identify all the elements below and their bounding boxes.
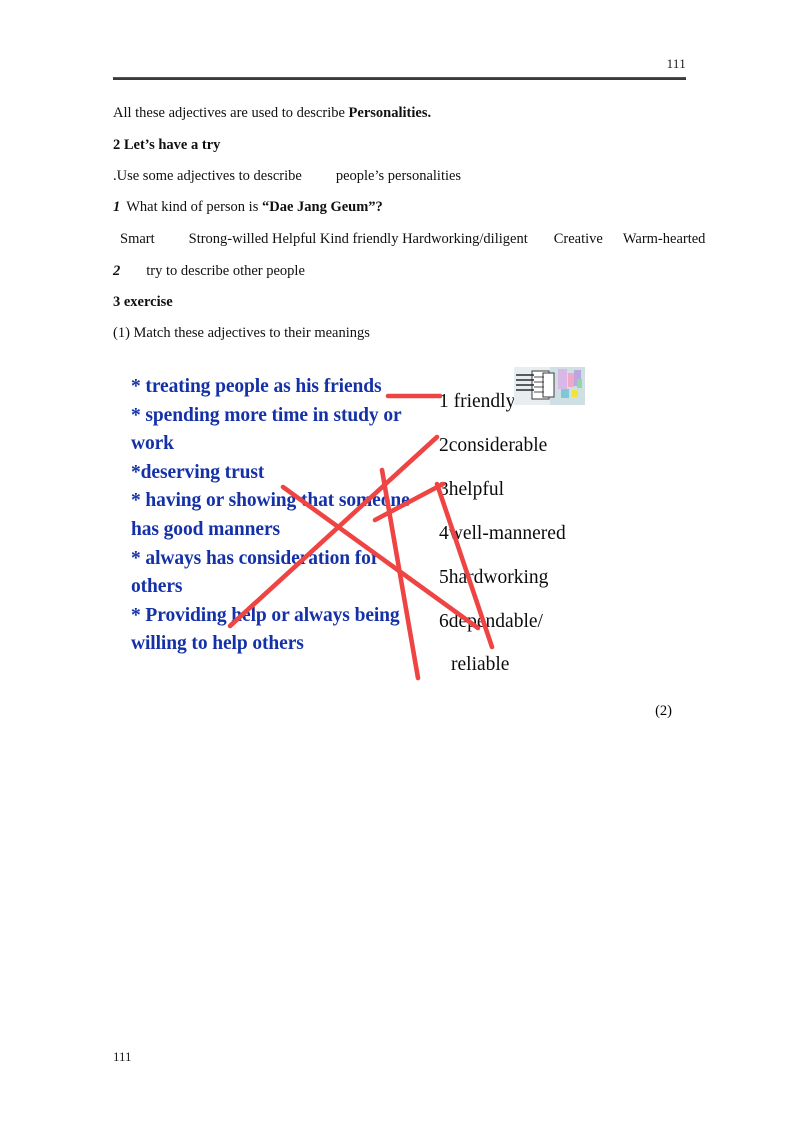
trailing-marker: (2) <box>655 703 672 719</box>
question-1-subject: “Dae Jang Geum”? <box>261 199 383 215</box>
adjective-example-1: Smart <box>120 231 155 247</box>
definition-item: * spending more time in study or work <box>131 404 402 455</box>
section-3-heading: 3 exercise <box>113 294 173 310</box>
definitions-column: * treating people as his friends * spend… <box>131 373 431 659</box>
document-printer-clipart <box>514 367 585 405</box>
adjective-example-4: Warm-hearted <box>622 231 706 247</box>
document-page: 111 All these adjectives are used to des… <box>0 0 800 1132</box>
connector-line-3 <box>280 484 481 631</box>
adjective-item: 1 friendly <box>439 391 516 412</box>
question-1-line: 1 What kind of person is “Dae Jang Geum”? <box>113 198 383 216</box>
intro-paragraph: All these adjectives are used to describ… <box>113 104 431 122</box>
definition-item: * always has consideration for others <box>131 547 379 598</box>
use-adjectives-tail: people’s personalities <box>335 168 462 184</box>
match-instruction: (1) Match these adjectives to their mean… <box>113 325 370 341</box>
section-2-heading: 2 Let’s have a try <box>113 137 221 153</box>
header-rule <box>113 77 686 80</box>
adjective-item: 2considerable <box>439 435 548 456</box>
adjective-item: 3helpful <box>439 479 504 500</box>
intro-text: All these adjectives are used to describ… <box>113 105 349 121</box>
question-2-text: try to describe other people <box>146 263 305 279</box>
connector-line-5 <box>372 481 446 523</box>
adjective-example-3: Creative <box>553 231 603 247</box>
adjective-examples-line: Smart Strong-willed Helpful Kind friendly… <box>120 230 705 248</box>
adjective-item: 4well-mannered <box>439 523 566 544</box>
definition-item: *deserving trust <box>131 461 265 483</box>
connector-line-6 <box>434 481 495 650</box>
definition-item: * Providing help or always being willing… <box>131 604 400 655</box>
question-2-line: 2 try to describe other people <box>113 262 305 280</box>
use-adjectives-line: .Use some adjectives to describe people’s… <box>113 167 461 185</box>
connector-line-4 <box>379 467 421 681</box>
question-1-number: 1 <box>113 199 121 215</box>
question-2-number: 2 <box>113 263 121 279</box>
adjective-item: 5hardworking <box>439 567 549 588</box>
footer-page-number: 111 <box>113 1049 132 1064</box>
question-1-text: What kind of person is <box>126 199 262 215</box>
intro-keyword: Personalities. <box>348 105 432 121</box>
use-adjectives-text: .Use some adjectives to describe <box>113 168 302 184</box>
adjectives-column: 1 friendly 2considerable 3helpful 4well-… <box>439 380 659 686</box>
connector-line-2 <box>227 434 440 629</box>
header-page-number: 111 <box>666 56 686 71</box>
adjective-item: 6dependable/ <box>439 611 543 632</box>
definition-item: * having or showing that someone has goo… <box>131 490 410 540</box>
adjective-example-2: Strong-willed Helpful Kind friendly Hard… <box>188 231 528 247</box>
definition-item: * treating people as his friends <box>131 376 382 397</box>
adjective-item-continuation: reliable <box>451 654 510 675</box>
